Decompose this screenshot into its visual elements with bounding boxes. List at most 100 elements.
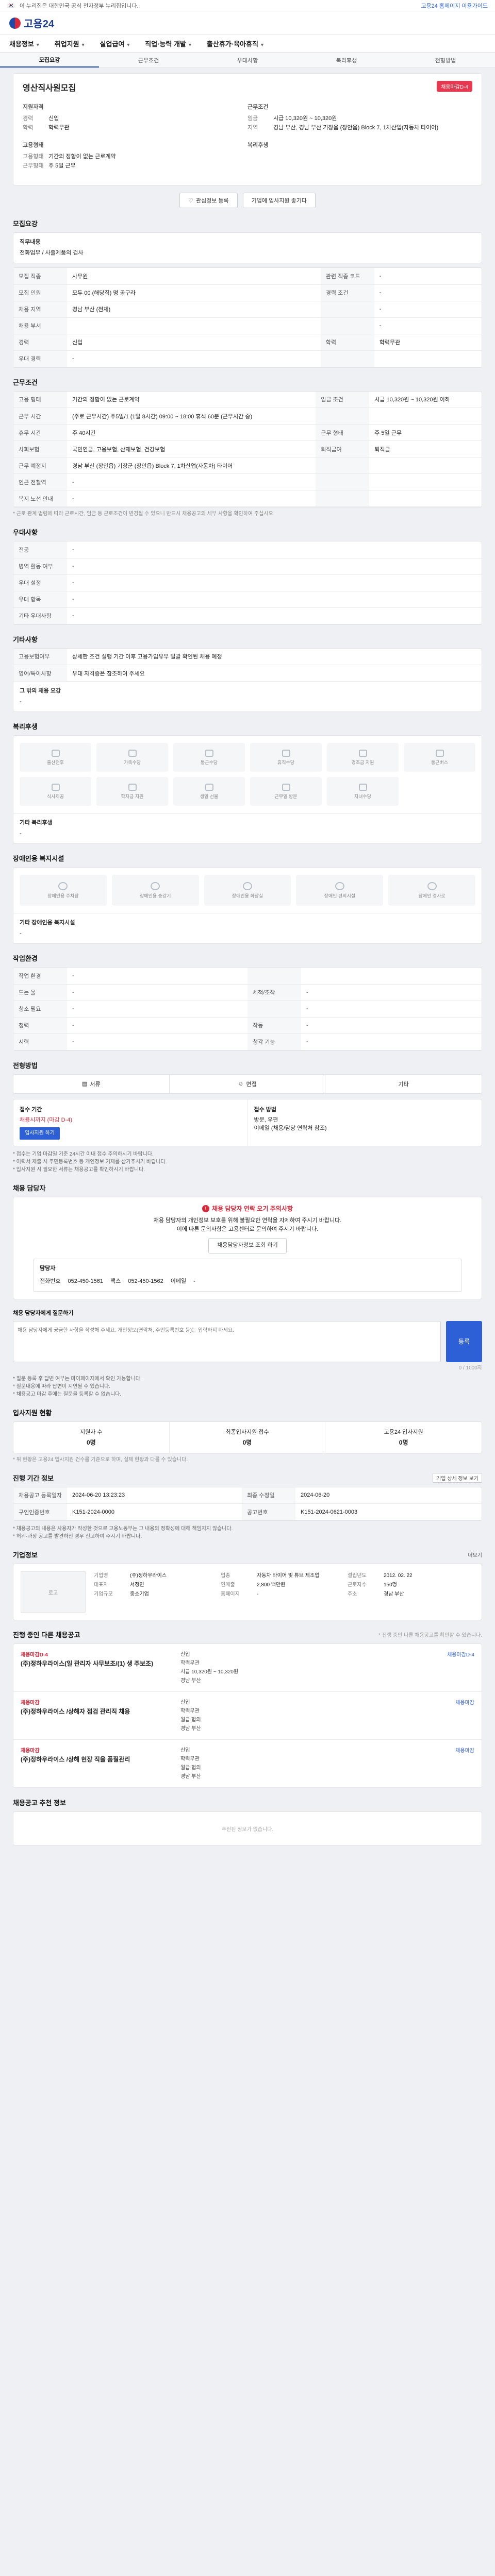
section-title: 기업정보: [13, 1551, 38, 1559]
item-status[interactable]: 채용마감: [418, 1746, 474, 1781]
corp-info-item: 기업명 (주)정하우라이스: [94, 1571, 221, 1581]
apply-button[interactable]: 입사지원 하기: [20, 1127, 60, 1140]
chevron-down-icon: ▼: [188, 42, 192, 47]
cell-label: 전공: [13, 541, 67, 558]
item-field: 시급 10,320원 ~ 10,320원: [180, 1669, 239, 1675]
cell-label: 고용 형태: [13, 391, 67, 408]
section-title: 진행 중인 다른 채용공고: [13, 1631, 80, 1639]
tab-prefer[interactable]: 우대사항: [198, 53, 297, 67]
section-title: 근무조건: [13, 378, 38, 386]
nav-item[interactable]: 직업·능력 개발 ▼: [145, 39, 192, 48]
table-row: 사회보험 국민연금, 고용보험, 산재보험, 건강보험 퇴직급여 퇴직금: [13, 440, 482, 457]
nav-item[interactable]: 실업급여 ▼: [100, 39, 131, 48]
favorite-button[interactable]: ♡ 관심정보 등록: [179, 193, 238, 208]
section-title: 작업환경: [13, 955, 38, 962]
section-title: 기타사항: [13, 635, 38, 643]
apply-notes: * 접수는 기업 마감일 기준 24시간 이내 접수 주의하시기 바랍니다. * …: [13, 1151, 167, 1173]
duties-box: 직무내용 전화업무 / 사출제품의 검사: [13, 232, 482, 263]
cell-label: 기타 우대사항: [13, 607, 67, 624]
item-title[interactable]: (주)정하우라이스 /상해 현장 직을 품질관리: [21, 1755, 180, 1764]
tab-conditions[interactable]: 근무조건: [99, 53, 198, 67]
cell-label: [316, 408, 370, 425]
item-title[interactable]: (주)정하우라이스 /상해자 점검 관리직 채용: [21, 1707, 180, 1716]
question-submit-button[interactable]: 등록: [446, 1320, 482, 1362]
table-row: 근무 예정지 경남 부산 (장안읍) 기장군 (장안읍) Block 7, 1차산…: [13, 457, 482, 474]
table-row: 우대 항목 -: [13, 591, 482, 608]
benefit-label: 식사제공: [46, 793, 64, 799]
cell-label: 고용보험여부: [13, 648, 67, 665]
benefit-label: 학자금 지원: [121, 793, 144, 799]
list-item[interactable]: 채용마감 (주)정하우라이스 /상해자 점검 관리직 채용 신입 학력무관 월급 협의 경…: [13, 1692, 482, 1740]
site-logo[interactable]: 고용24: [9, 15, 54, 30]
tab-recruit[interactable]: 모집요강: [0, 53, 99, 67]
share-button[interactable]: 기업에 입사지원 좋기다: [242, 193, 316, 208]
corp-info-label: 기업명: [94, 1573, 108, 1579]
cell-value: -: [374, 301, 482, 318]
cell-value: 시급 10,320원 ~ 10,320원 이하: [369, 391, 482, 408]
facility-icon: [242, 882, 252, 890]
nav-item[interactable]: 출산휴가·육아휴직 ▼: [207, 39, 265, 48]
cell-label: [316, 473, 370, 490]
facility-item: 장애인용 화장실: [204, 875, 291, 906]
cell-value: -: [67, 607, 482, 624]
cell-value: 2024-06-20 13:23:23: [67, 1487, 242, 1504]
question-input[interactable]: [13, 1320, 441, 1362]
ongoing-list: 채용마감D-4 (주)정하우라이스(일 관리자 사무보조/(1) 생 주보조) 신입…: [13, 1643, 482, 1788]
benefit-label: 휴직수당: [277, 759, 295, 765]
person-icon: ☺: [238, 1080, 244, 1087]
facility-item: 장애인용 주차장: [20, 875, 107, 906]
facility-item: 장애인용 승강기: [111, 875, 199, 906]
cell-value: [369, 457, 482, 474]
nav-item[interactable]: 취업지원 ▼: [55, 39, 86, 48]
cell-value: 신입: [67, 334, 321, 351]
benefit-item: 생일 선물: [173, 777, 245, 806]
tab-screening[interactable]: 전형방법: [396, 53, 495, 67]
corp-more-link[interactable]: 더보기: [468, 1551, 482, 1558]
job-summary-card: 영산직사원모집 채용마감D-4 지원자격 경력 신입 학력 학력무관 고용형태 고용…: [13, 73, 482, 185]
apply-methods: ▤ 서류 ☺ 면접 기타: [13, 1074, 482, 1094]
gov-banner: 🇰🇷 이 누리집은 대한민국 공식 전자정부 누리집입니다. 고용24 홈페이지 …: [0, 0, 495, 11]
cell-label: 병역 활동 여부: [13, 558, 67, 575]
cell-label: 작동: [248, 1017, 301, 1034]
section-title: 우대사항: [13, 529, 38, 536]
cell-value: [369, 408, 482, 425]
item-status[interactable]: 채용마감D-4: [418, 1650, 474, 1685]
item-title[interactable]: (주)정하우라이스(일 관리자 사무보조/(1) 생 주보조): [21, 1659, 180, 1668]
list-item[interactable]: 채용마감 (주)정하우라이스 /상해 현장 직을 품질관리 신입 학력무관 월급 협의 경…: [13, 1740, 482, 1788]
benefit-icon: [282, 783, 290, 791]
cell-value: 기간의 정함이 없는 근로계약: [67, 391, 316, 408]
company-detail-button[interactable]: 기업 상세 정보 보기: [433, 1472, 482, 1483]
apply-status: 지원자 수 0명 최종입사지원 접수 0명 고용24 입사지원 0명: [13, 1421, 482, 1453]
section-title: 입사지원 현황: [13, 1409, 52, 1417]
corp-info-label: 연매출: [221, 1582, 235, 1588]
cell-value: -: [301, 984, 482, 1001]
guide-link[interactable]: 고용24 홈페이지 이용가이드: [421, 2, 488, 10]
cell-value: 우대 자격증은 참조하여 주세요: [67, 665, 482, 682]
corp-info-label: 근로자수: [348, 1582, 367, 1588]
method-etc: 기타: [398, 1081, 409, 1088]
list-item[interactable]: 채용마감D-4 (주)정하우라이스(일 관리자 사무보조/(1) 생 주보조) 신입…: [13, 1644, 482, 1692]
cell-label: 사회보험: [13, 440, 67, 457]
table-row: 채용 부서 -: [13, 317, 482, 334]
check-manager-button[interactable]: 채용담당자정보 조회 하기: [208, 1238, 287, 1253]
table-row: 모집 인원 모두 00 (해당직) 명 공구라 경력 조건 -: [13, 284, 482, 301]
benefit-icon: [358, 783, 367, 791]
facility-icon: [151, 882, 160, 890]
facility-label: 장애인 경사로: [418, 893, 446, 899]
cell-label: 드는 물: [13, 984, 67, 1001]
chevron-down-icon: ▼: [80, 42, 86, 47]
table-row: 영어/특이사항 우대 자격증은 참조하여 주세요: [13, 665, 482, 682]
corp-info-item: 연매출 2,800 백만원: [221, 1581, 348, 1590]
nav-item[interactable]: 채용정보 ▼: [9, 39, 40, 48]
facility-icon: [58, 882, 68, 890]
benefit-label: 통근수당: [200, 759, 218, 765]
table-row: 시력 - 청각 기능 -: [13, 1033, 482, 1050]
corp-info-label: 대표자: [94, 1582, 108, 1588]
cell-label: [248, 1001, 301, 1018]
cell-label: 채용 지역: [13, 301, 67, 318]
cell-label: 채용공고 등록일자: [13, 1487, 67, 1504]
item-status[interactable]: 채용마감: [418, 1698, 474, 1733]
tab-benefits[interactable]: 복리후생: [297, 53, 396, 67]
chevron-down-icon: ▼: [259, 42, 265, 47]
facility-icon: [335, 882, 344, 890]
